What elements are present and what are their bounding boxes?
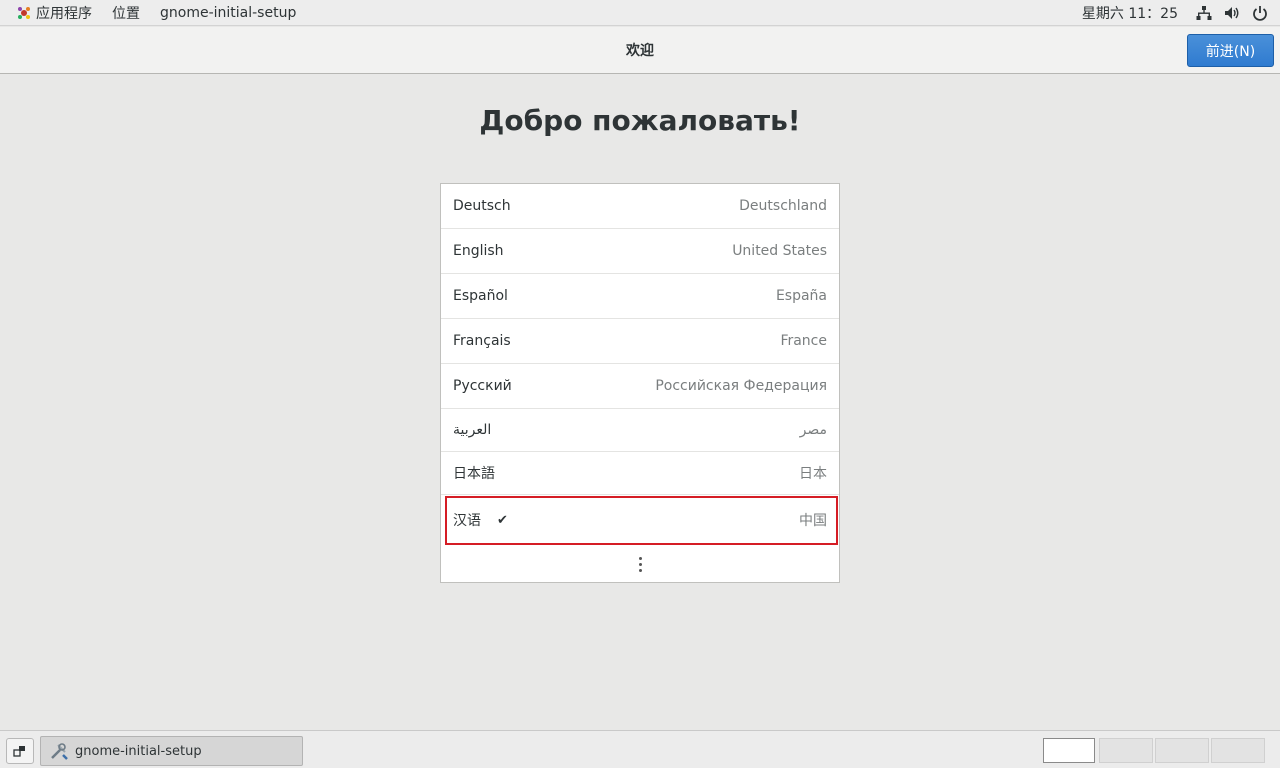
language-name: العربية xyxy=(453,422,492,438)
language-region: 日本 xyxy=(799,466,827,482)
language-name: 汉语 xyxy=(453,513,481,529)
language-row-deutsch[interactable]: Deutsch Deutschland xyxy=(441,184,839,229)
network-icon[interactable] xyxy=(1196,5,1212,21)
language-list: Deutsch Deutschland English United State… xyxy=(440,183,840,583)
workspace-3[interactable] xyxy=(1155,738,1209,763)
show-desktop-button[interactable] xyxy=(6,738,34,764)
language-row-francais[interactable]: Français France xyxy=(441,319,839,364)
language-row-chinese[interactable]: 汉语 ✔ 中国 xyxy=(441,495,839,545)
workspace-4[interactable] xyxy=(1211,738,1265,763)
language-name: 日本語 xyxy=(453,466,495,482)
language-region: مصر xyxy=(799,422,827,438)
vertical-ellipsis-icon xyxy=(638,556,642,572)
language-region: Deutschland xyxy=(739,198,827,214)
language-region: España xyxy=(775,288,827,304)
places-menu[interactable]: 位置 xyxy=(102,0,150,25)
language-row-espanol[interactable]: Español España xyxy=(441,274,839,319)
workspace-1[interactable] xyxy=(1043,738,1095,763)
app-menu[interactable]: gnome-initial-setup xyxy=(150,0,306,25)
applications-menu[interactable]: 应用程序 xyxy=(0,0,102,25)
clock[interactable]: 星期六 11：25 xyxy=(1072,3,1196,23)
volume-icon[interactable] xyxy=(1224,5,1240,21)
language-row-russian[interactable]: Русский Российская Федерация xyxy=(441,364,839,409)
language-name: Русский xyxy=(453,378,512,394)
language-name: Français xyxy=(453,333,511,349)
tools-icon xyxy=(51,743,68,760)
next-button[interactable]: 前进(N) xyxy=(1187,34,1274,67)
language-row-japanese[interactable]: 日本語 日本 xyxy=(441,452,839,495)
welcome-heading: Добро пожаловать! xyxy=(479,104,801,137)
applications-label: 应用程序 xyxy=(36,5,92,22)
language-name: Deutsch xyxy=(453,198,511,214)
language-name: Español xyxy=(453,288,508,304)
app-menu-label: gnome-initial-setup xyxy=(160,4,297,21)
top-panel: 应用程序 位置 gnome-initial-setup 星期六 11：25 xyxy=(0,0,1280,26)
show-desktop-icon xyxy=(13,746,25,757)
taskbar-window-label: gnome-initial-setup xyxy=(75,743,202,759)
language-name: English xyxy=(453,243,504,259)
taskbar-window-button[interactable]: gnome-initial-setup xyxy=(40,736,303,766)
places-label: 位置 xyxy=(112,5,140,22)
bottom-panel: gnome-initial-setup xyxy=(0,730,1280,768)
workspace-2[interactable] xyxy=(1099,738,1153,763)
language-row-arabic[interactable]: العربية مصر xyxy=(441,409,839,452)
language-region: 中国 xyxy=(799,513,827,529)
gnome-foot-icon xyxy=(18,6,30,19)
language-region: Российская Федерация xyxy=(655,378,827,394)
language-row-english[interactable]: English United States xyxy=(441,229,839,274)
more-languages-button[interactable] xyxy=(441,545,839,583)
header-bar: 欢迎 前进(N) xyxy=(0,27,1280,74)
language-region: France xyxy=(780,333,827,349)
power-icon[interactable] xyxy=(1252,5,1268,21)
page-title: 欢迎 xyxy=(626,43,654,59)
checkmark-icon: ✔ xyxy=(497,512,508,528)
language-region: United States xyxy=(732,243,827,259)
